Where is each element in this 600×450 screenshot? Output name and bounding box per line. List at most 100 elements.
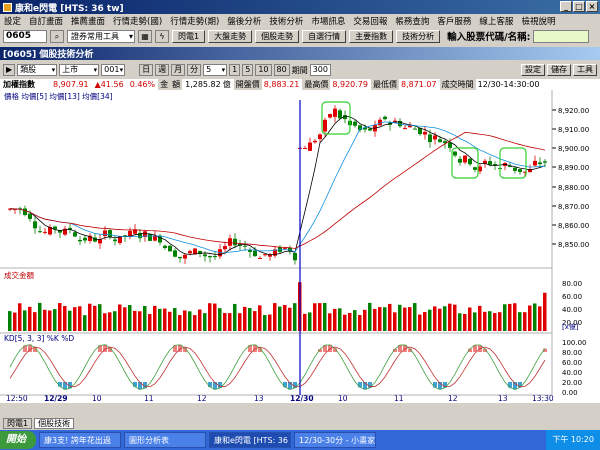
period-day[interactable]: 日 bbox=[139, 64, 154, 76]
volume-bar bbox=[168, 311, 172, 331]
menubar: 設定 自訂畫面 推薦畫面 行情走勢(國) 行情走勢(期) 盤後分析 技術分析 市… bbox=[0, 14, 600, 28]
exchange-dropdown[interactable]: 上市 bbox=[59, 64, 100, 76]
candle-body bbox=[493, 164, 497, 166]
d-line bbox=[9, 346, 546, 388]
index-pct: 0.46% bbox=[129, 80, 156, 89]
close-button[interactable]: × bbox=[586, 1, 598, 12]
candle-body bbox=[383, 116, 387, 120]
candle-body bbox=[228, 238, 232, 246]
candle-body bbox=[303, 147, 307, 149]
amount-label-1: 金 bbox=[158, 79, 171, 90]
technical-analysis-button[interactable]: 技術分析 bbox=[396, 29, 441, 43]
maximize-button[interactable]: □ bbox=[573, 1, 585, 12]
candle-body bbox=[333, 108, 337, 117]
volume-bar bbox=[453, 304, 457, 331]
volume-bar bbox=[148, 314, 152, 331]
tools-button[interactable]: 工具 bbox=[573, 64, 597, 76]
period-input[interactable]: 300 bbox=[309, 64, 331, 76]
menu-quote-futures[interactable]: 行情走勢(期) bbox=[166, 15, 223, 27]
menu-after-hours[interactable]: 盤後分析 bbox=[223, 15, 265, 27]
volume-bar bbox=[23, 310, 27, 331]
chart-area[interactable]: 價格 均價[5] 均價[13] 均價[34] 8,920.00 8,910.00 8… bbox=[0, 90, 600, 410]
save-button[interactable]: 儲存 bbox=[547, 64, 571, 76]
range-80[interactable]: 80 bbox=[273, 64, 290, 76]
menu-online-support[interactable]: 線上客服 bbox=[475, 15, 517, 27]
tab-flash1[interactable]: 閃電1 bbox=[3, 418, 33, 429]
candle-body bbox=[473, 167, 477, 170]
market-dropdown[interactable]: 類股 bbox=[17, 64, 58, 76]
kd-tick-label: 60.00 bbox=[562, 359, 582, 367]
item-dropdown[interactable]: 001 bbox=[101, 64, 126, 76]
volume-bar bbox=[133, 310, 137, 331]
time-value: 12/30-14:30:00 bbox=[477, 80, 540, 89]
main-index-button[interactable]: 主要指數 bbox=[349, 29, 394, 43]
search-icon[interactable]: ⌕ bbox=[50, 29, 64, 43]
menu-settings[interactable]: 設定 bbox=[0, 15, 25, 27]
period-minute[interactable]: 分 bbox=[187, 64, 202, 76]
watchlist-button[interactable]: 自選行情 bbox=[302, 29, 347, 43]
menu-service[interactable]: 客戶服務 bbox=[433, 15, 475, 27]
volume-bar bbox=[398, 304, 402, 331]
stock-code-box[interactable]: 0605 bbox=[3, 29, 47, 43]
candle-body bbox=[223, 246, 227, 250]
lightning-icon[interactable]: ϟ bbox=[155, 29, 169, 43]
volume-bar bbox=[323, 302, 327, 331]
scroll-value: 120 bbox=[516, 402, 529, 403]
candle-body bbox=[453, 151, 457, 156]
range-10[interactable]: 10 bbox=[255, 64, 272, 76]
task-1[interactable]: 康3支! 誇年花出過 bbox=[39, 432, 121, 448]
menu-recommended[interactable]: 推薦畫面 bbox=[67, 15, 109, 27]
volume-bar bbox=[363, 309, 367, 331]
candle-body bbox=[108, 230, 112, 238]
period-week[interactable]: 週 bbox=[155, 64, 170, 76]
play-icon[interactable]: ▶ bbox=[3, 64, 16, 76]
chart-svg[interactable]: 價格 均價[5] 均價[13] 均價[34] 8,920.00 8,910.00 8… bbox=[0, 90, 600, 410]
volume-bar bbox=[428, 309, 432, 331]
menu-technical[interactable]: 技術分析 bbox=[265, 15, 307, 27]
menu-help[interactable]: 檢視說明 bbox=[517, 15, 559, 27]
amount-value: 1,285.82 bbox=[185, 80, 221, 89]
market-trend-button[interactable]: 大盤走勢 bbox=[208, 29, 253, 43]
settings-button[interactable]: 設定 bbox=[521, 64, 545, 76]
candle-body bbox=[433, 135, 437, 140]
stock-input[interactable] bbox=[533, 29, 590, 43]
minimize-button[interactable]: _ bbox=[560, 1, 572, 12]
volume-bar bbox=[513, 303, 517, 331]
menu-market-news[interactable]: 市場訊息 bbox=[307, 15, 349, 27]
volume-bar bbox=[488, 311, 492, 331]
price-tick-label: 8,900.00 bbox=[558, 145, 589, 153]
task-3[interactable]: 康和e閃電 [HTS: 36 ... bbox=[209, 432, 291, 448]
volume-bar bbox=[448, 303, 452, 331]
tools-dropdown[interactable]: 證券常用工具 bbox=[67, 29, 135, 43]
menu-custom-screen[interactable]: 自訂畫面 bbox=[25, 15, 67, 27]
volume-bar bbox=[103, 313, 107, 331]
menu-trade-report[interactable]: 交易回報 bbox=[349, 15, 391, 27]
task-2[interactable]: 圖形分析表 bbox=[124, 432, 206, 448]
pattern-highlight-box bbox=[499, 147, 527, 179]
range-1[interactable]: 1 bbox=[229, 64, 241, 76]
stock-trend-button[interactable]: 個股走勢 bbox=[255, 29, 300, 43]
period-month[interactable]: 月 bbox=[171, 64, 186, 76]
menu-account[interactable]: 帳務查詢 bbox=[391, 15, 433, 27]
volume-bar bbox=[503, 304, 507, 331]
candle-body bbox=[233, 238, 237, 246]
task-4[interactable]: 12/30-30分 - 小畫家 bbox=[294, 432, 376, 448]
inner-window-title: [0605] 個股技術分析 bbox=[0, 47, 600, 60]
volume-bar bbox=[208, 303, 212, 331]
flash1-button[interactable]: 閃電1 bbox=[172, 29, 206, 43]
minutes-dropdown[interactable]: 5 bbox=[203, 64, 228, 76]
calculator-icon[interactable]: ▦ bbox=[138, 29, 152, 43]
volume-bar bbox=[63, 306, 67, 331]
volume-bar bbox=[83, 315, 87, 331]
volume-bar bbox=[353, 310, 357, 331]
volume-bar bbox=[388, 303, 392, 331]
volume-bar bbox=[368, 302, 372, 331]
tab-stock-technical[interactable]: 個股技術 bbox=[34, 418, 75, 429]
menu-quote-domestic[interactable]: 行情走勢(國) bbox=[109, 15, 166, 27]
volume-bar bbox=[463, 313, 467, 331]
volume-bar bbox=[273, 303, 277, 331]
price-tick-label: 8,850.00 bbox=[558, 241, 589, 249]
kd-oversold-fill bbox=[133, 382, 137, 387]
range-5[interactable]: 5 bbox=[242, 64, 254, 76]
start-button[interactable]: 開始 bbox=[0, 431, 36, 449]
